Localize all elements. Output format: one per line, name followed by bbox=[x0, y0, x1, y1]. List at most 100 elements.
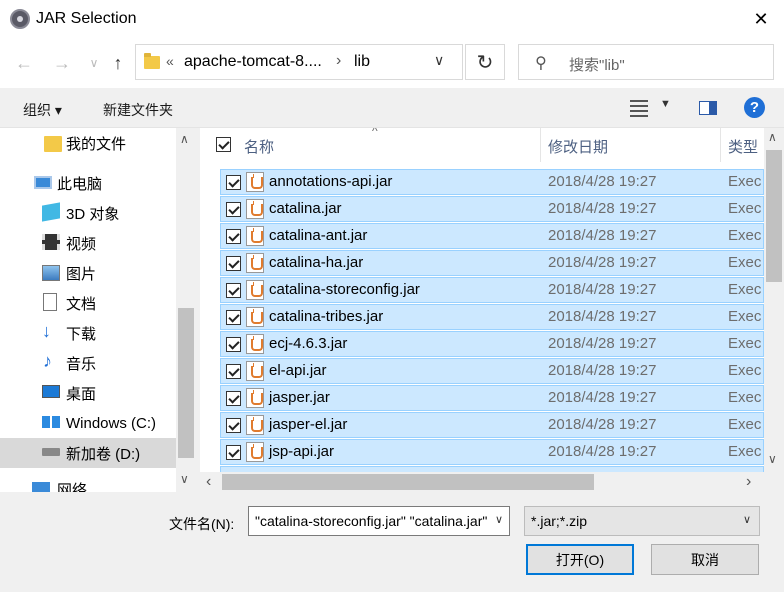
sort-ascending-icon: ^ bbox=[372, 128, 378, 138]
sidebar-item-label: 桌面 bbox=[66, 385, 97, 403]
file-type: Exec bbox=[728, 308, 762, 325]
file-modified: 2018/4/28 19:27 bbox=[548, 227, 657, 244]
scroll-up-icon[interactable]: ∧ bbox=[768, 130, 777, 144]
address-overflow-chevron[interactable]: « bbox=[166, 53, 174, 69]
address-dropdown-icon[interactable]: ∨ bbox=[434, 52, 444, 69]
table-row[interactable]: jasper.jar 2018/4/28 19:27 Exec bbox=[220, 385, 764, 411]
table-row[interactable]: catalina-ant.jar 2018/4/28 19:27 Exec bbox=[220, 223, 764, 249]
scroll-down-icon[interactable]: ∨ bbox=[180, 472, 189, 486]
filename-dropdown-icon[interactable]: ∨ bbox=[490, 513, 503, 526]
search-icon: ⚲ bbox=[535, 55, 547, 72]
view-dropdown-icon[interactable]: ▼ bbox=[660, 98, 671, 110]
filter-dropdown-icon[interactable]: ∨ bbox=[743, 513, 751, 526]
table-row[interactable]: catalina-storeconfig.jar 2018/4/28 19:27… bbox=[220, 277, 764, 303]
preview-pane-icon[interactable] bbox=[699, 101, 717, 115]
sidebar-item-my-files[interactable]: 我的文件 bbox=[0, 128, 176, 158]
video-icon bbox=[42, 234, 60, 250]
table-row[interactable]: annotations-api.jar 2018/4/28 19:27 Exec bbox=[220, 169, 764, 195]
up-button[interactable]: ↑ bbox=[106, 50, 130, 76]
view-options-icon[interactable] bbox=[630, 100, 648, 117]
scroll-up-icon[interactable]: ∧ bbox=[180, 132, 189, 146]
breadcrumb-lib[interactable]: lib bbox=[354, 53, 370, 71]
table-row[interactable]: jsp-api.jar 2018/4/28 19:27 Exec bbox=[220, 439, 764, 465]
file-modified: 2018/4/28 19:27 bbox=[548, 416, 657, 433]
row-checkbox[interactable] bbox=[226, 391, 241, 406]
cancel-button[interactable]: 取消 bbox=[651, 544, 759, 575]
sidebar-item-downloads[interactable]: ↓ 下载 bbox=[0, 318, 176, 348]
breadcrumb-separator[interactable]: › bbox=[336, 52, 341, 70]
filename-input[interactable]: "catalina-storeconfig.jar" "catalina.jar… bbox=[248, 506, 510, 536]
table-row[interactable]: el-api.jar 2018/4/28 19:27 Exec bbox=[220, 358, 764, 384]
sidebar-item-windows-c[interactable]: Windows (C:) bbox=[0, 408, 176, 438]
scrollbar-thumb[interactable] bbox=[178, 308, 194, 458]
close-button[interactable]: ✕ bbox=[738, 0, 784, 38]
sidebar-item-label: 视频 bbox=[66, 235, 97, 253]
column-modified[interactable]: 修改日期 bbox=[548, 136, 608, 157]
jar-file-icon bbox=[246, 334, 264, 354]
filename-value: "catalina-storeconfig.jar" "catalina.jar… bbox=[255, 513, 488, 529]
scroll-right-icon[interactable]: › bbox=[746, 473, 751, 491]
column-name[interactable]: 名称 bbox=[244, 136, 274, 157]
sidebar-item-new-volume-d[interactable]: 新加卷 (D:) bbox=[0, 438, 176, 468]
file-type-filter[interactable]: *.jar;*.zip ∨ bbox=[524, 506, 760, 536]
navigation-pane-scrollbar[interactable]: ∧ ∨ bbox=[176, 128, 196, 492]
column-divider[interactable] bbox=[540, 128, 541, 162]
search-box[interactable]: ⚲ 搜索"lib" bbox=[518, 44, 774, 80]
sidebar-item-network[interactable]: 网络 bbox=[0, 474, 176, 492]
refresh-button[interactable]: ↻ bbox=[465, 44, 505, 80]
sidebar-item-this-pc[interactable]: 此电脑 bbox=[0, 168, 176, 198]
table-row[interactable]: ecj-4.6.3.jar 2018/4/28 19:27 Exec bbox=[220, 331, 764, 357]
network-icon bbox=[32, 482, 50, 492]
row-checkbox[interactable] bbox=[226, 256, 241, 271]
scrollbar-thumb[interactable] bbox=[766, 150, 782, 282]
app-icon bbox=[10, 9, 30, 29]
sidebar-item-desktop[interactable]: 桌面 bbox=[0, 378, 176, 408]
row-checkbox[interactable] bbox=[226, 445, 241, 460]
row-checkbox[interactable] bbox=[226, 202, 241, 217]
row-checkbox[interactable] bbox=[226, 283, 241, 298]
scrollbar-thumb[interactable] bbox=[222, 474, 594, 490]
column-type[interactable]: 类型 bbox=[728, 136, 758, 157]
file-modified: 2018/4/28 19:27 bbox=[548, 254, 657, 271]
file-type: Exec bbox=[728, 443, 762, 460]
sidebar-item-pictures[interactable]: 图片 bbox=[0, 258, 176, 288]
open-button[interactable]: 打开(O) bbox=[526, 544, 634, 575]
breadcrumb-apache-tomcat[interactable]: apache-tomcat-8.... bbox=[184, 53, 322, 71]
pictures-icon bbox=[42, 265, 60, 281]
recent-locations-button[interactable]: ∨ bbox=[82, 50, 106, 76]
sidebar-item-3d-objects[interactable]: 3D 对象 bbox=[0, 198, 176, 228]
sidebar-item-music[interactable]: ♪ 音乐 bbox=[0, 348, 176, 378]
row-checkbox[interactable] bbox=[226, 310, 241, 325]
column-divider[interactable] bbox=[720, 128, 721, 162]
windows-drive-icon bbox=[42, 416, 60, 428]
back-button[interactable]: ← bbox=[12, 50, 36, 76]
table-row[interactable]: jasper-el.jar 2018/4/28 19:27 Exec bbox=[220, 412, 764, 438]
help-icon[interactable]: ? bbox=[744, 97, 765, 118]
drive-icon bbox=[42, 448, 60, 456]
row-checkbox[interactable] bbox=[226, 364, 241, 379]
address-bar[interactable]: « apache-tomcat-8.... › lib ∨ bbox=[135, 44, 463, 80]
table-row[interactable]: catalina-tribes.jar 2018/4/28 19:27 Exec bbox=[220, 304, 764, 330]
forward-button[interactable]: → bbox=[50, 50, 74, 76]
organize-button[interactable]: 组织 ▾ bbox=[23, 100, 62, 120]
scroll-left-icon[interactable]: ‹ bbox=[206, 473, 211, 491]
scroll-down-icon[interactable]: ∨ bbox=[768, 452, 777, 466]
desktop-icon bbox=[42, 385, 60, 398]
table-row[interactable]: catalina-ha.jar 2018/4/28 19:27 Exec bbox=[220, 250, 764, 276]
sidebar-item-label: 文档 bbox=[66, 295, 97, 313]
sidebar-item-videos[interactable]: 视频 bbox=[0, 228, 176, 258]
file-name: ecj-4.6.3.jar bbox=[269, 335, 348, 352]
sidebar-item-label: 新加卷 (D:) bbox=[66, 445, 141, 463]
table-row[interactable]: catalina.jar 2018/4/28 19:27 Exec bbox=[220, 196, 764, 222]
file-name: annotations-api.jar bbox=[269, 173, 393, 190]
row-checkbox[interactable] bbox=[226, 175, 241, 190]
row-checkbox[interactable] bbox=[226, 337, 241, 352]
row-checkbox[interactable] bbox=[226, 418, 241, 433]
file-list-vertical-scrollbar[interactable]: ∧ ∨ bbox=[764, 128, 784, 472]
new-folder-button[interactable]: 新建文件夹 bbox=[103, 100, 173, 120]
file-list-horizontal-scrollbar[interactable]: ‹ › bbox=[200, 472, 764, 492]
file-name: jsp-api.jar bbox=[269, 443, 335, 460]
row-checkbox[interactable] bbox=[226, 229, 241, 244]
select-all-checkbox[interactable] bbox=[216, 137, 231, 152]
sidebar-item-documents[interactable]: 文档 bbox=[0, 288, 176, 318]
